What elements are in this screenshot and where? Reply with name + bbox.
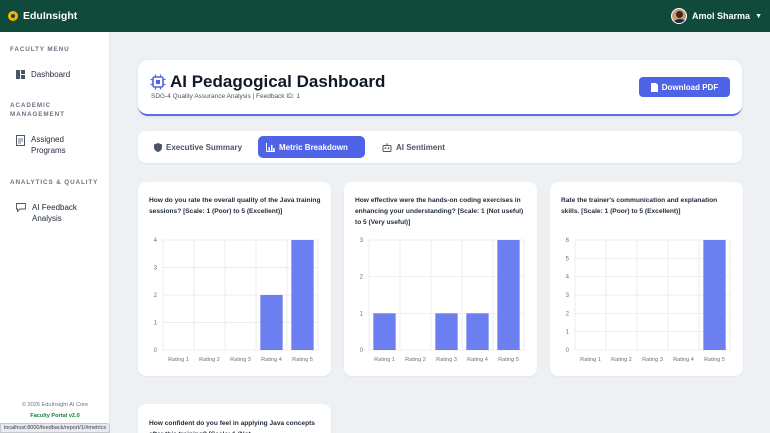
y-tick-label: 1 bbox=[566, 330, 570, 336]
y-tick-label: 3 bbox=[566, 293, 570, 299]
brand-name: EduInsight bbox=[23, 10, 78, 22]
status-bar-url: localhost:8000/feedback/report/1/#metric… bbox=[0, 423, 111, 433]
chart-card: Rate the trainer's communication and exp… bbox=[550, 182, 743, 376]
x-tick-label: Rating 1 bbox=[580, 357, 601, 363]
x-tick-label: Rating 3 bbox=[230, 357, 251, 363]
x-tick-label: Rating 3 bbox=[642, 357, 663, 363]
sidebar: FACULTY MENU Dashboard ACADEMIC MANAGEME… bbox=[0, 32, 110, 433]
y-tick-label: 2 bbox=[566, 311, 570, 317]
page-title-row: AI Pedagogical Dashboard bbox=[150, 72, 385, 92]
x-tick-label: Rating 5 bbox=[498, 357, 519, 363]
sidebar-item-dashboard[interactable]: Dashboard bbox=[16, 69, 91, 80]
bar bbox=[260, 295, 283, 350]
y-tick-label: 1 bbox=[154, 321, 158, 327]
sidebar-item-ai-feedback-analysis[interactable]: AI Feedback Analysis bbox=[16, 202, 92, 224]
y-tick-label: 4 bbox=[154, 238, 158, 244]
document-icon bbox=[16, 135, 25, 146]
x-tick-label: Rating 4 bbox=[467, 357, 488, 363]
sidebar-footer-version: Faculty Portal v2.0 bbox=[30, 413, 80, 419]
x-tick-label: Rating 2 bbox=[405, 357, 426, 363]
chart-question: How confident do you feel in applying Ja… bbox=[149, 420, 315, 433]
chat-icon bbox=[16, 203, 26, 212]
bar bbox=[466, 313, 489, 350]
brand-icon bbox=[8, 11, 18, 21]
chart-question: How do you rate the overall quality of t… bbox=[149, 197, 321, 215]
chart-card: How confident do you feel in applying Ja… bbox=[138, 404, 331, 433]
bar bbox=[291, 240, 314, 350]
x-tick-label: Rating 5 bbox=[704, 357, 725, 363]
tab-label: Executive Summary bbox=[166, 142, 243, 152]
bar-chart: 0 1 2 3 4 5 6 Rating 1 Rating 2 Rating 3 Rating 4 R… bbox=[566, 238, 731, 363]
bar bbox=[703, 240, 726, 350]
chip-icon bbox=[150, 74, 166, 90]
download-pdf-label: Download PDF bbox=[661, 82, 719, 92]
tab-metric-breakdown[interactable]: Metric Breakdown bbox=[258, 136, 365, 158]
dashboard-icon bbox=[16, 70, 25, 79]
y-tick-label: 6 bbox=[566, 238, 570, 244]
top-navbar: EduInsight Amol Sharma ▼ bbox=[0, 0, 770, 32]
y-tick-label: 0 bbox=[154, 348, 158, 354]
chart-card: How effective were the hands-on coding e… bbox=[344, 182, 537, 376]
y-tick-label: 3 bbox=[360, 238, 364, 244]
user-menu[interactable]: Amol Sharma ▼ bbox=[671, 8, 762, 24]
x-tick-label: Rating 3 bbox=[436, 357, 457, 363]
user-name: Amol Sharma bbox=[692, 11, 751, 21]
x-tick-label: Rating 4 bbox=[261, 357, 282, 363]
avatar bbox=[671, 8, 688, 24]
y-tick-label: 2 bbox=[154, 293, 158, 299]
sidebar-section-title: ANALYTICS & QUALITY bbox=[10, 179, 99, 186]
y-tick-label: 0 bbox=[566, 348, 570, 354]
page-subtitle: SDG-4 Quality Assurance Analysis | Feedb… bbox=[151, 93, 301, 100]
tab-executive-summary[interactable]: Executive Summary bbox=[146, 136, 250, 158]
bar-chart: 0 1 2 3 4 Rating 1 Rating 2 Rating 3 Rating 4 Rat… bbox=[154, 238, 319, 363]
sidebar-item-label: Assigned Programs bbox=[31, 135, 66, 155]
x-tick-label: Rating 2 bbox=[611, 357, 632, 363]
y-tick-label: 1 bbox=[360, 311, 364, 317]
chart-question: How effective were the hands-on coding e… bbox=[355, 197, 524, 226]
bar bbox=[497, 240, 520, 350]
robot-icon bbox=[382, 142, 392, 152]
x-tick-label: Rating 2 bbox=[199, 357, 220, 363]
x-tick-label: Rating 5 bbox=[292, 357, 313, 363]
sidebar-footer-copyright: © 2026 EduInsight AI Core bbox=[21, 402, 89, 408]
x-tick-label: Rating 1 bbox=[374, 357, 395, 363]
x-tick-label: Rating 4 bbox=[673, 357, 694, 363]
tab-label: AI Sentiment bbox=[396, 142, 445, 152]
y-tick-label: 3 bbox=[154, 266, 158, 272]
tab-bar: Executive Summary Metric Breakdown AI Se… bbox=[138, 131, 742, 163]
bar bbox=[373, 313, 396, 350]
file-pdf-icon bbox=[650, 82, 658, 92]
y-tick-label: 2 bbox=[360, 275, 364, 281]
sidebar-section-title: FACULTY MENU bbox=[10, 46, 70, 53]
page-title: AI Pedagogical Dashboard bbox=[170, 72, 386, 91]
sidebar-section-title: ACADEMIC MANAGEMENT bbox=[10, 102, 65, 118]
y-tick-label: 5 bbox=[566, 256, 570, 262]
x-tick-label: Rating 1 bbox=[168, 357, 189, 363]
shield-icon bbox=[154, 142, 162, 152]
bar-chart: 0 1 2 3 Rating 1 Rating 2 Rating 3 Rating 4 Rati… bbox=[360, 238, 525, 363]
chart-card: How do you rate the overall quality of t… bbox=[138, 182, 331, 376]
bar-chart-icon bbox=[266, 142, 275, 152]
dashboard-header: AI Pedagogical Dashboard SDG-4 Quality A… bbox=[138, 60, 742, 116]
download-pdf-button[interactable]: Download PDF bbox=[639, 77, 730, 97]
tab-label: Metric Breakdown bbox=[279, 142, 348, 152]
y-tick-label: 0 bbox=[360, 348, 364, 354]
chart-question: Rate the trainer's communication and exp… bbox=[561, 197, 718, 215]
caret-down-icon: ▼ bbox=[755, 12, 762, 20]
sidebar-item-label: Dashboard bbox=[31, 70, 71, 79]
sidebar-item-assigned-programs[interactable]: Assigned Programs bbox=[16, 134, 91, 156]
bar bbox=[435, 313, 458, 350]
y-tick-label: 4 bbox=[566, 275, 570, 281]
sidebar-item-label: AI Feedback Analysis bbox=[32, 203, 77, 223]
brand-logo[interactable]: EduInsight bbox=[8, 10, 77, 22]
tab-ai-sentiment[interactable]: AI Sentiment bbox=[374, 136, 453, 158]
